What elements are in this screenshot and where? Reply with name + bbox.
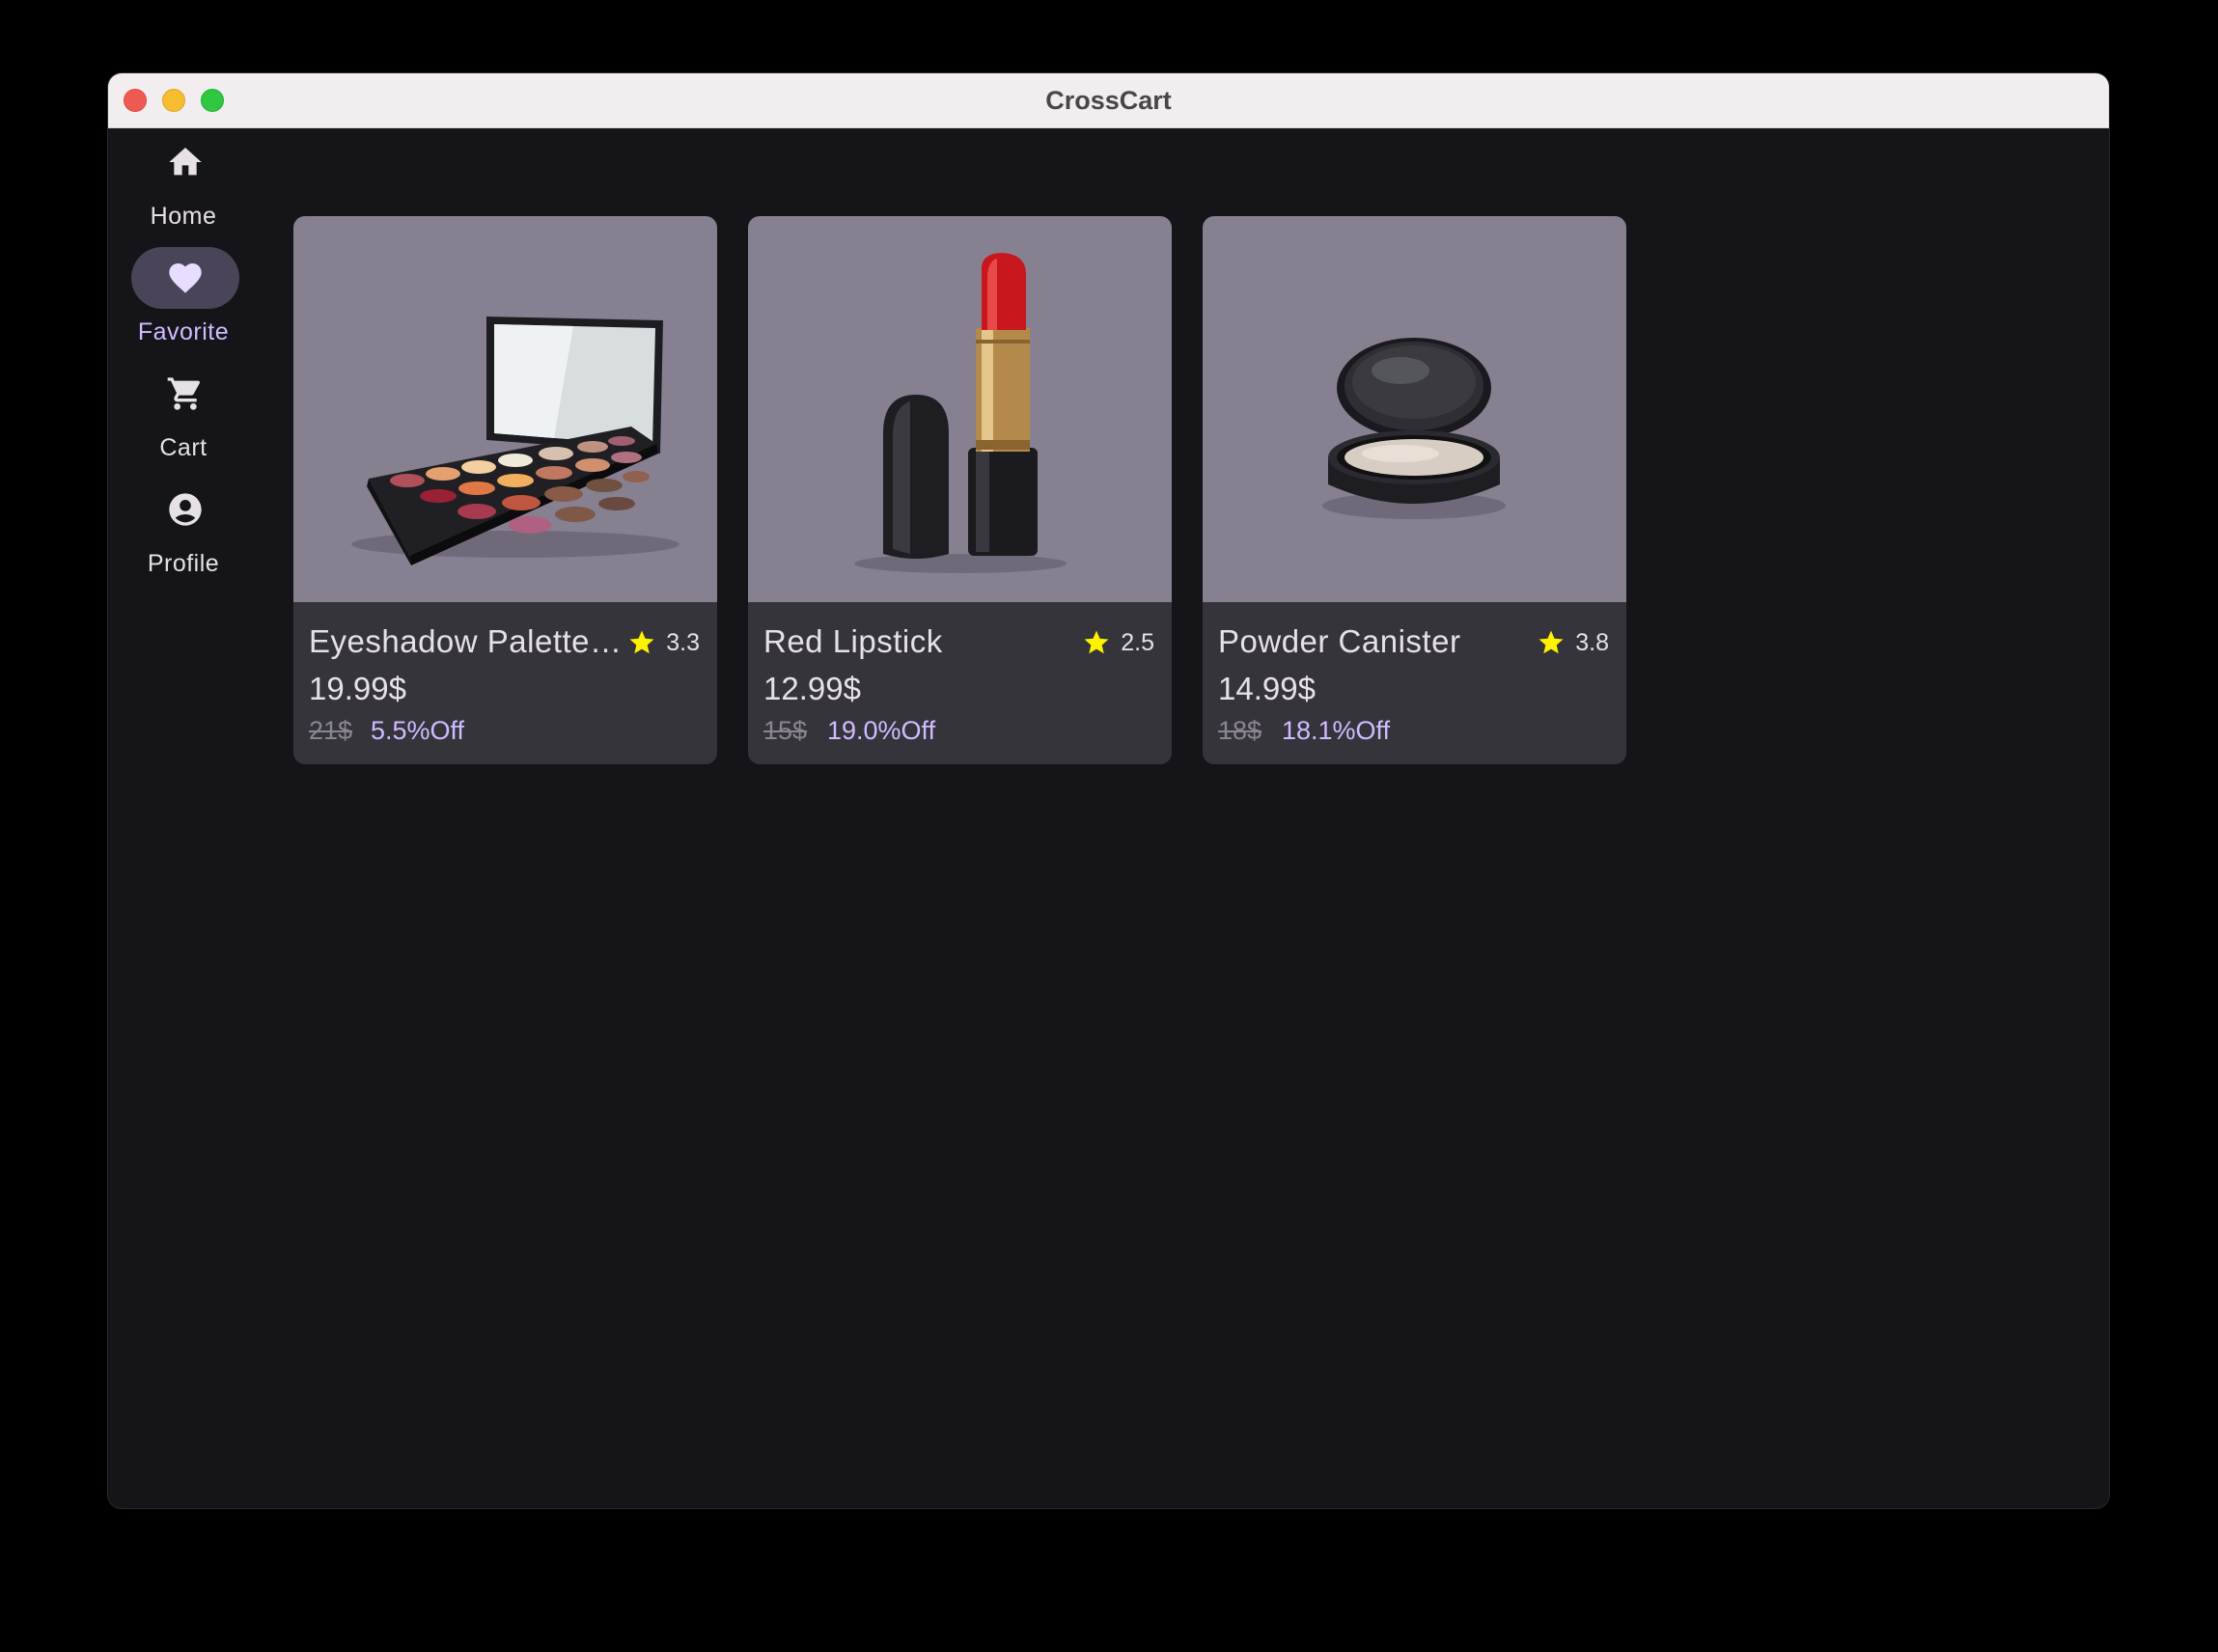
product-rating: 3.3 [627, 627, 700, 658]
rating-value: 3.3 [666, 628, 700, 656]
product-card[interactable]: Eyeshadow Palette… 3.3 19.99$ 21$ 5.5%Of… [293, 216, 717, 764]
nav-label-home: Home [150, 203, 217, 230]
star-icon [1539, 630, 1564, 654]
account-circle-icon [169, 493, 202, 526]
product-card[interactable]: Powder Canister 3.8 14.99$ 18$ 18.1%Off [1203, 216, 1626, 764]
original-price: 18$ [1218, 716, 1262, 745]
nav-item-home[interactable]: Home [108, 127, 259, 234]
home-icon [169, 148, 202, 176]
product-title: Powder Canister [1218, 623, 1461, 659]
star-icon [1084, 630, 1109, 654]
product-title: Red Lipstick [763, 623, 943, 659]
rating-value: 2.5 [1121, 628, 1154, 656]
discount-label: 19.0%Off [827, 716, 936, 745]
product-price: 12.99$ [763, 671, 861, 706]
product-rating: 2.5 [1082, 627, 1154, 658]
nav-label-cart: Cart [159, 434, 208, 461]
title-bar: CrossCart [108, 73, 2109, 128]
heart-icon [169, 263, 202, 293]
nav-item-profile[interactable]: Profile [108, 475, 259, 581]
product-title: Eyeshadow Palette… [309, 623, 623, 659]
discount-label: 18.1%Off [1282, 716, 1391, 745]
nav-label-profile: Profile [147, 550, 220, 577]
nav-item-favorite[interactable]: Favorite [108, 243, 259, 349]
app-window: CrossCart Home Favorite Cart Profile Eye… [108, 73, 2109, 1508]
window-title: CrossCart [1045, 86, 1172, 115]
product-price: 14.99$ [1218, 671, 1316, 706]
original-price: 15$ [763, 716, 808, 745]
product-price: 19.99$ [309, 671, 406, 706]
discount-label: 5.5%Off [371, 716, 465, 745]
nav-item-cart[interactable]: Cart [108, 359, 259, 465]
product-rating: 3.8 [1537, 627, 1609, 658]
star-icon [629, 630, 654, 654]
cart-icon [167, 377, 201, 410]
nav-label-favorite: Favorite [137, 318, 230, 345]
rating-value: 3.8 [1575, 628, 1609, 656]
eyeshadow-palette-image [293, 216, 717, 602]
product-card[interactable]: Red Lipstick 2.5 12.99$ 15$ 19.0%Off [748, 216, 1172, 764]
original-price: 21$ [309, 716, 353, 745]
red-lipstick-image [748, 216, 1172, 602]
powder-canister-image [1203, 216, 1626, 602]
